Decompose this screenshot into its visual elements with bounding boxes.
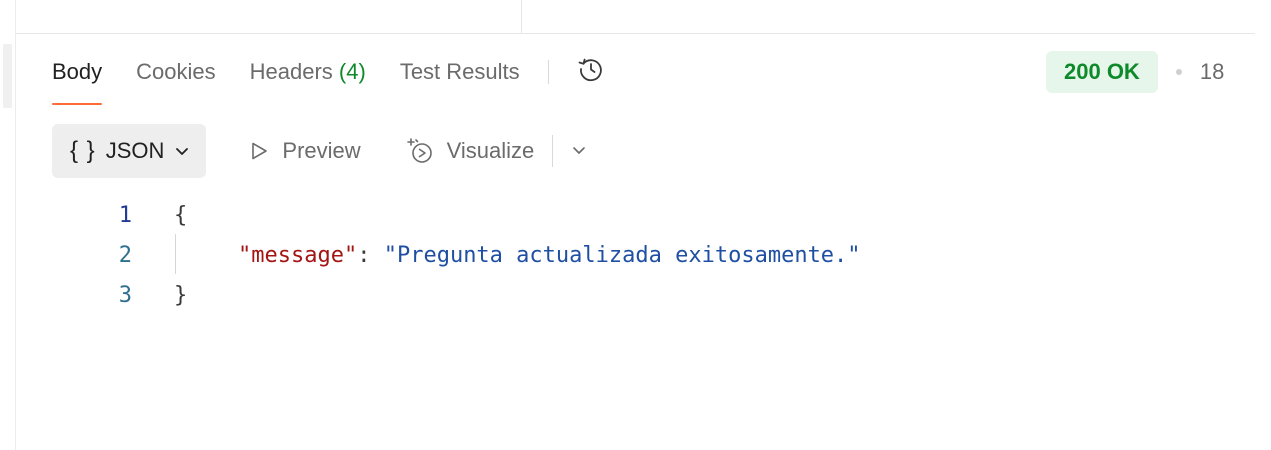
line-number: 2 — [118, 243, 132, 268]
tab-headers[interactable]: Headers (4) — [250, 52, 366, 92]
tab-headers-label: Headers — [249, 59, 333, 84]
tabs-separator — [547, 60, 549, 84]
response-time[interactable]: 18 — [1200, 59, 1224, 85]
indent-guide — [175, 234, 176, 274]
visualize-button[interactable]: Visualize — [405, 136, 535, 166]
preview-button[interactable]: Preview — [248, 138, 361, 164]
line-content: "message": "Pregunta actualizada exitosa… — [238, 236, 861, 276]
response-tabs: Body Cookies Headers (4) Test Results — [52, 52, 609, 108]
request-area-bottom — [16, 0, 1256, 34]
tab-test-results-label: Test Results — [399, 59, 520, 84]
json-string-value: "Pregunta actualizada exitosamente." — [383, 243, 861, 268]
body-view-toolbar: { } JSON Preview Visualize — [52, 124, 593, 178]
panel-resize-stub[interactable] — [3, 44, 12, 108]
tab-test-results[interactable]: Test Results — [400, 52, 520, 92]
close-brace: } — [174, 283, 188, 308]
line-number: 3 — [118, 283, 132, 308]
format-label: JSON — [105, 138, 165, 163]
visualize-label: Visualize — [446, 138, 535, 163]
visualize-sparkle-icon — [405, 136, 435, 166]
status-badge[interactable]: 200 OK — [1046, 51, 1158, 93]
history-button[interactable] — [573, 54, 609, 90]
tab-cookies[interactable]: Cookies — [136, 52, 215, 92]
history-icon — [576, 54, 606, 90]
json-key: "message" — [238, 243, 358, 268]
code-line: 1 { — [0, 196, 1240, 236]
json-colon: : — [357, 243, 384, 268]
chevron-down-icon — [174, 143, 190, 159]
format-select[interactable]: { } JSON — [52, 124, 207, 178]
headers-count: (4) — [338, 59, 366, 84]
tab-body-label: Body — [52, 59, 103, 84]
right-edge — [1255, 0, 1271, 450]
code-line: 2 "message": "Pregunta actualizada exito… — [0, 236, 1240, 276]
response-body-editor[interactable]: 1 { 2 "message": "Pregunta actualizada e… — [0, 196, 1240, 316]
line-content: } — [174, 276, 187, 316]
json-braces-icon: { } — [70, 137, 96, 164]
pane-divider[interactable] — [521, 0, 522, 34]
toolbar-separator — [552, 135, 554, 167]
tab-body[interactable]: Body — [52, 52, 103, 105]
response-pane: Body Cookies Headers (4) Test Results 20… — [0, 0, 1271, 450]
open-brace: { — [174, 203, 188, 228]
visualize-options-button[interactable] — [565, 137, 593, 165]
response-status: 200 OK 18 — [1046, 51, 1224, 93]
play-icon — [248, 140, 270, 162]
line-number: 1 — [118, 203, 132, 228]
tab-cookies-label: Cookies — [136, 59, 216, 84]
status-separator-dot — [1175, 69, 1182, 75]
line-content: { — [174, 196, 187, 236]
preview-label: Preview — [282, 138, 361, 163]
code-line: 3 } — [0, 276, 1240, 316]
chevron-down-icon — [571, 138, 587, 164]
